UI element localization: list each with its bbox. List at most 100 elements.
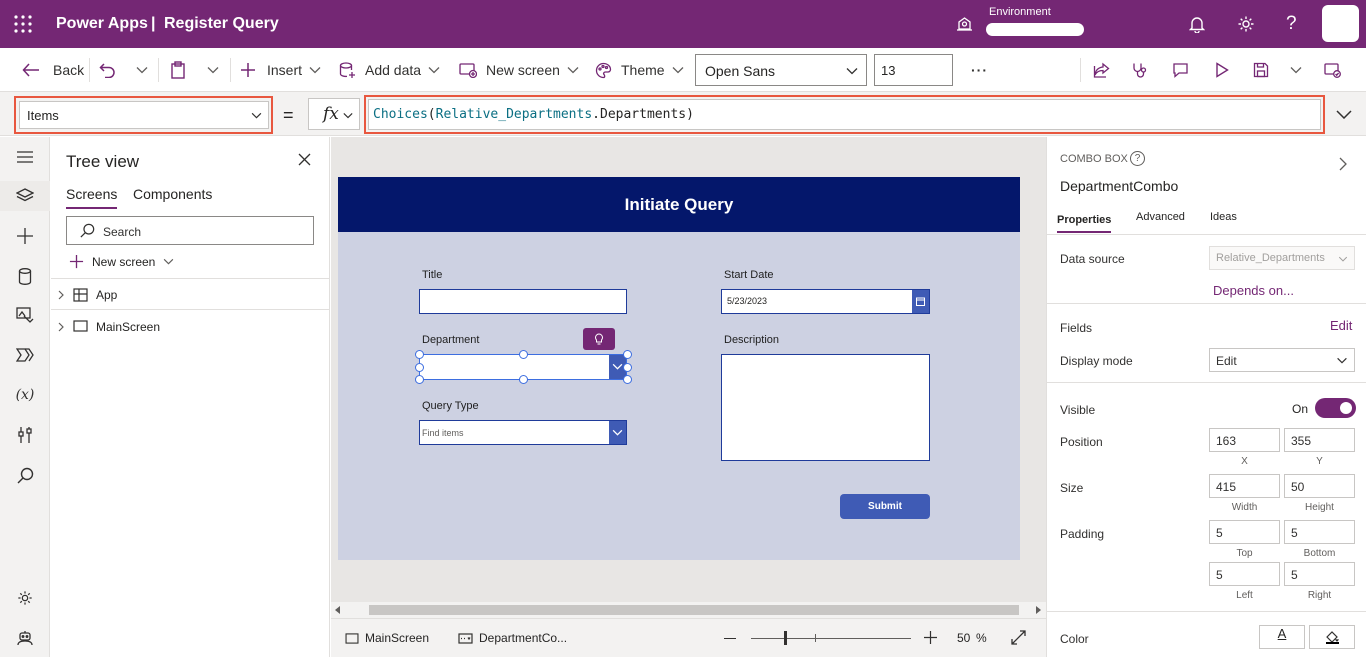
notifications-icon[interactable]	[1189, 15, 1205, 33]
insert-button[interactable]: Insert	[240, 48, 321, 92]
save-button[interactable]	[1253, 48, 1269, 92]
query-type-combobox[interactable]: Find items	[419, 420, 627, 445]
media-rail-icon[interactable]	[15, 305, 35, 325]
visible-toggle[interactable]	[1315, 398, 1356, 418]
height-input[interactable]: 50	[1284, 474, 1355, 498]
font-size-input[interactable]: 13	[874, 54, 953, 86]
function-button[interactable]: fx	[308, 98, 360, 130]
ideas-suggestion-button[interactable]	[583, 328, 615, 350]
more-commands-button[interactable]: ···	[971, 48, 988, 92]
calendar-button[interactable]	[912, 290, 929, 313]
resize-handle-middle-left[interactable]	[415, 363, 424, 372]
help-icon[interactable]: ?	[1286, 13, 1297, 35]
padding-left-input[interactable]: 5	[1209, 562, 1280, 586]
resize-handle-bottom-left[interactable]	[415, 375, 424, 384]
position-x-input[interactable]: 163	[1209, 428, 1280, 452]
search-rail-icon[interactable]	[15, 465, 35, 485]
new-screen-button[interactable]: New screen	[459, 48, 579, 92]
padding-bottom-input[interactable]: 5	[1284, 520, 1355, 544]
width-input[interactable]: 415	[1209, 474, 1280, 498]
save-dropdown[interactable]	[1290, 48, 1302, 92]
share-button[interactable]	[1093, 48, 1110, 92]
app-screen-canvas[interactable]: Initiate Query Title Start Date 5/23/202…	[338, 177, 1020, 560]
font-family-select[interactable]: Open Sans	[695, 54, 867, 86]
start-date-picker[interactable]: 5/23/2023	[721, 289, 930, 314]
resize-handle-bottom-center[interactable]	[519, 375, 528, 384]
user-avatar[interactable]	[1322, 5, 1359, 42]
canvas-scrollbar[interactable]	[331, 602, 1046, 618]
tab-screens[interactable]: Screens	[66, 186, 118, 209]
comments-button[interactable]	[1172, 48, 1189, 92]
data-source-select[interactable]: Relative_Departments	[1209, 246, 1355, 270]
resize-handle-middle-right[interactable]	[623, 363, 632, 372]
paste-button[interactable]	[170, 48, 186, 92]
zoom-slider[interactable]	[751, 631, 911, 645]
tree-view-rail-item[interactable]	[0, 181, 50, 211]
back-button[interactable]: Back	[22, 48, 84, 92]
display-mode-select[interactable]: Edit	[1209, 348, 1355, 372]
settings-rail-icon[interactable]	[15, 588, 35, 608]
collapse-panel-button[interactable]	[1339, 157, 1347, 171]
zoom-out-button[interactable]	[724, 638, 736, 639]
position-y-input[interactable]: 355	[1284, 428, 1355, 452]
close-tree-view-button[interactable]	[298, 153, 311, 166]
environment-selector[interactable]	[986, 23, 1084, 36]
control-name[interactable]: DepartmentCombo	[1060, 178, 1178, 194]
submit-button[interactable]: Submit	[840, 494, 930, 519]
product-name[interactable]: Power Apps	[56, 15, 148, 33]
undo-button[interactable]	[99, 48, 116, 92]
tree-item-mainscreen[interactable]: MainScreen	[51, 311, 330, 342]
title-input[interactable]	[419, 289, 627, 314]
environment-icon[interactable]	[956, 16, 973, 32]
property-selector[interactable]: Items	[19, 101, 269, 129]
depends-on-link[interactable]: Depends on...	[1213, 283, 1294, 298]
zoom-in-button[interactable]	[924, 631, 937, 644]
undo-dropdown[interactable]	[136, 48, 148, 92]
description-input[interactable]	[721, 354, 930, 461]
resize-handle-top-center[interactable]	[519, 350, 528, 359]
zoom-slider-thumb[interactable]	[784, 631, 787, 645]
hamburger-menu-icon[interactable]	[15, 147, 35, 167]
fill-color-picker[interactable]	[1309, 625, 1355, 649]
tab-components[interactable]: Components	[133, 186, 212, 202]
power-automate-rail-icon[interactable]	[15, 345, 35, 365]
fit-to-window-button[interactable]	[1011, 630, 1026, 645]
paste-dropdown[interactable]	[207, 48, 219, 92]
resize-handle-bottom-right[interactable]	[623, 375, 632, 384]
text-color-picker[interactable]: A	[1259, 625, 1305, 649]
theme-button[interactable]: Theme	[595, 48, 684, 92]
data-rail-icon[interactable]	[15, 266, 35, 286]
formula-input[interactable]: Choices(Relative_Departments.Departments…	[368, 99, 1321, 130]
tab-advanced[interactable]: Advanced	[1136, 211, 1185, 223]
advanced-tools-rail-icon[interactable]	[15, 425, 35, 445]
control-type-info-icon[interactable]: ?	[1130, 151, 1145, 166]
breadcrumb-control[interactable]: DepartmentCo...	[458, 631, 567, 645]
query-type-dropdown-button[interactable]	[609, 421, 626, 444]
insert-rail-icon[interactable]	[15, 226, 35, 246]
padding-right-input[interactable]: 5	[1284, 562, 1355, 586]
expand-formula-bar-button[interactable]	[1336, 110, 1352, 119]
app-checker-button[interactable]	[1131, 48, 1148, 92]
description-label: Description	[724, 334, 780, 346]
preview-button[interactable]	[1215, 48, 1229, 92]
publish-button[interactable]	[1324, 48, 1341, 92]
breadcrumb-screen[interactable]: MainScreen	[345, 631, 429, 645]
app-launcher-icon[interactable]	[14, 15, 32, 33]
tree-item-app[interactable]: App	[51, 279, 330, 310]
tree-search-input[interactable]: Search	[66, 216, 314, 245]
virtual-agent-rail-icon[interactable]	[15, 628, 35, 648]
tree-new-screen-button[interactable]: New screen	[69, 254, 174, 269]
scroll-left-icon[interactable]	[335, 606, 340, 614]
add-data-button[interactable]: Add data	[339, 48, 440, 92]
scroll-right-icon[interactable]	[1036, 606, 1041, 614]
variables-rail-icon[interactable]: (x)	[15, 385, 35, 405]
padding-top-input[interactable]: 5	[1209, 520, 1280, 544]
scrollbar-thumb[interactable]	[369, 605, 1019, 615]
settings-icon[interactable]	[1237, 15, 1255, 33]
resize-handle-top-right[interactable]	[623, 350, 632, 359]
tab-properties[interactable]: Properties	[1057, 211, 1112, 233]
tab-ideas[interactable]: Ideas	[1210, 211, 1237, 223]
resize-handle-top-left[interactable]	[415, 350, 424, 359]
palette-icon	[595, 62, 612, 78]
fields-edit-link[interactable]: Edit	[1330, 318, 1352, 333]
